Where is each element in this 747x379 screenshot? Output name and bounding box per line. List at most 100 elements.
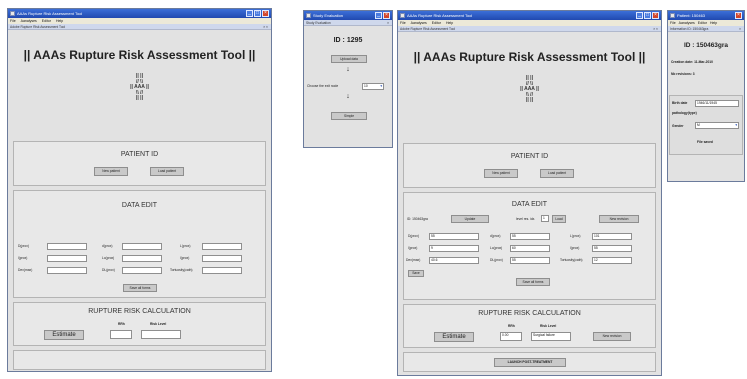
minimize-icon[interactable]: _ [636,12,643,19]
menu-help[interactable]: Help [710,21,717,25]
risk-level-label: Risk Level [540,324,557,328]
l-prox-input[interactable]: 101 [592,233,632,240]
l-prox-input[interactable] [202,243,242,250]
birth-date-input[interactable]: 1946/11/1945 [695,100,739,107]
next-revision-button[interactable]: New revision [593,332,631,341]
small-save-button[interactable]: Save [408,270,424,277]
rupture-panel: RUPTURE RISK CALCULATION RRh Risk Level … [403,304,656,348]
save-all-forms-button[interactable]: Save all forms [123,284,157,292]
dex-max-input[interactable]: 40.6 [429,257,479,264]
revisions-label: Nb revisions: 3 [671,72,695,76]
save-all-forms-button[interactable]: Save all forms [516,278,550,286]
new-patient-button[interactable]: New patient [94,167,128,176]
rrh-output [110,330,132,339]
rrh-label: RRh [508,324,515,328]
tab-close-icon[interactable]: × × [653,27,658,31]
side-window-title: Patient: 150463 [677,13,706,18]
rrh-label: RRh [118,322,125,326]
tortuosity-input[interactable] [202,267,242,274]
menu-file[interactable]: File [400,21,406,25]
estimate-button[interactable]: Estimate [44,330,84,340]
field-label: Lo(prox) [102,256,115,260]
menu-editor[interactable]: Editor [432,21,441,25]
app-icon [10,11,15,16]
main-content: || AAAs Rupture Risk Assessment Tool || … [8,30,271,371]
load-patient-button[interactable]: Load patient [540,169,574,178]
main-window-titlebar[interactable]: AAAs Rupture Risk Assessment Tool _ □ × [8,9,271,18]
main-window: AAAs Rupture Risk Assessment Tool _ □ × … [7,8,272,372]
menu-help[interactable]: Help [446,21,453,25]
field-label: Dex(max) [18,268,33,272]
aaa-logo: || || // \\ || AAA || \\ // || || [520,75,539,103]
patient-info-window: Patient: 150463 × File Aanalyses Editor … [667,10,745,182]
dl-prox-input[interactable] [122,267,162,274]
update-button[interactable]: Update [451,215,489,223]
close-icon[interactable]: × [262,10,269,17]
small-l-prox-input[interactable] [47,255,87,262]
load-patient-button[interactable]: Load patient [150,167,184,176]
dex-max-input[interactable] [47,267,87,274]
close-icon[interactable]: × [735,12,742,19]
field-label: Tortuosity(cath) [170,268,193,272]
app-title: || AAAs Rupture Risk Assessment Tool || [23,48,256,62]
close-icon[interactable]: × [652,12,659,19]
arrow-down-icon-2: ↓ [346,93,350,100]
lo-prox-input[interactable]: 60 [510,245,550,252]
tab-close-icon[interactable]: × × [263,25,268,29]
second-window-titlebar[interactable]: AAAs Rupture Risk Assessment Tool _ □ × [398,11,661,20]
minimize-icon[interactable]: _ [246,10,253,17]
close-icon[interactable]: × [383,12,390,19]
patient-id-title: PATIENT ID [120,151,159,158]
upload-data-button[interactable]: Upload data [331,55,367,63]
new-patient-button[interactable]: New patient [484,169,518,178]
field-label: d(prox) [490,234,501,238]
dialog-content: ID : 1295 Upload data ↓ Choose the exit … [304,26,392,147]
launch-post-treatment-button[interactable]: LAUNCH POST-TREATMENT [494,358,566,367]
menu-analyses[interactable]: Aanalyses [679,21,695,25]
gender-value: M [697,123,700,127]
d-prox-input[interactable] [47,243,87,250]
chevron-down-icon: ▾ [380,84,382,88]
d-prox-input[interactable]: 55 [429,233,479,240]
menu-help[interactable]: Help [56,19,63,23]
dl-prox-input[interactable]: 55 [510,257,550,264]
level-input[interactable]: 1 [541,215,549,222]
tortuosity-input[interactable]: 12 [592,257,632,264]
l-prox-input-2[interactable]: 55 [592,245,632,252]
menu-file[interactable]: File [670,21,676,25]
small-l-prox-input[interactable]: 9 [429,245,479,252]
patient-details-panel: Birth date 1946/11/1945 pathology(type) … [669,95,743,155]
exit-node-select[interactable]: 10 ▾ [362,83,384,90]
menu-analyses[interactable]: Aanalyses [21,19,37,23]
maximize-icon[interactable]: □ [644,12,651,19]
simple-button[interactable]: Simple [331,112,367,120]
menu-file[interactable]: File [10,19,16,23]
risk-level-label: Risk Level [150,322,167,326]
tab-close-icon[interactable]: × [739,27,741,31]
patient-id-panel: PATIENT ID New patient Load patient [13,141,266,186]
tab-close-icon[interactable]: × [387,21,389,25]
new-revision-button[interactable]: New revision [599,215,639,223]
side-window-titlebar[interactable]: Patient: 150463 × [668,11,744,20]
dialog-titlebar[interactable]: Study Evaluation _ × [304,11,392,20]
data-edit-panel: DATA EDIT ID: 150463gra Update level res… [403,192,656,300]
menu-editor[interactable]: Editor [698,21,707,25]
small-d-prox-input[interactable]: 55 [510,233,550,240]
field-label: Dex(max) [406,258,421,262]
maximize-icon[interactable]: □ [254,10,261,17]
gender-select[interactable]: M ▾ [695,122,739,129]
data-edit-title: DATA EDIT [121,202,158,209]
creation-date-label: Creation date: 11-Mar-2010 [671,60,713,64]
estimate-button[interactable]: Estimate [434,332,474,342]
minimize-icon[interactable]: _ [375,12,382,19]
l-prox-input-2[interactable] [202,255,242,262]
small-d-prox-input[interactable] [122,243,162,250]
risk-level-output [141,330,181,339]
menu-analyses[interactable]: Aanalyses [411,21,427,25]
menu-editor[interactable]: Editor [42,19,51,23]
app-icon [670,13,675,18]
load-button[interactable]: Load [552,215,566,223]
rupture-panel: RUPTURE RISK CALCULATION RRh Risk Level … [13,302,266,346]
lo-prox-input[interactable] [122,255,162,262]
rupture-title: RUPTURE RISK CALCULATION [478,310,581,317]
